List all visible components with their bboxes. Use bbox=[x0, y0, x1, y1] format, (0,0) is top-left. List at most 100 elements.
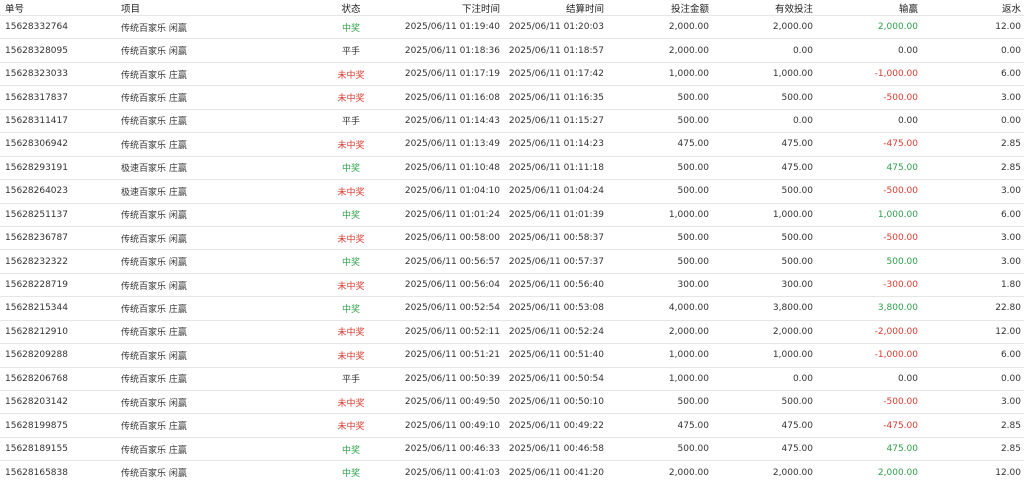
header-rebate[interactable]: 返水 bbox=[918, 1, 1024, 15]
status-badge: 中奖 bbox=[341, 469, 360, 480]
id-cell: 15628332764 bbox=[5, 22, 68, 33]
item-cell: 传统百家乐 庄赢 bbox=[121, 375, 187, 386]
valid-bet-cell: 500.00 bbox=[781, 256, 814, 267]
id-cell: 15628311417 bbox=[5, 115, 68, 126]
settle-time-cell: 2025/06/11 00:58:37 bbox=[508, 233, 604, 244]
table-row[interactable]: 15628228719 传统百家乐 闲赢 未中奖 2025/06/11 00:56:0… bbox=[0, 274, 1024, 298]
item-cell: 传统百家乐 闲赢 bbox=[121, 234, 187, 245]
item-cell: 传统百家乐 闲赢 bbox=[121, 281, 187, 292]
valid-bet-cell: 0.00 bbox=[792, 45, 813, 56]
table-row[interactable]: 15628323033 传统百家乐 庄赢 未中奖 2025/06/11 01:17:1… bbox=[0, 63, 1024, 87]
item-cell: 传统百家乐 闲赢 bbox=[121, 398, 187, 409]
status-badge: 未中奖 bbox=[337, 140, 365, 151]
bet-time-cell: 2025/06/11 01:14:43 bbox=[404, 115, 500, 126]
bet-time-cell: 2025/06/11 00:41:03 bbox=[404, 467, 500, 478]
status-badge: 未中奖 bbox=[337, 70, 365, 81]
valid-bet-cell: 2,000.00 bbox=[772, 467, 813, 478]
item-cell: 极速百家乐 庄赢 bbox=[121, 187, 187, 198]
table-row[interactable]: 15628311417 传统百家乐 庄赢 平手 2025/06/11 01:14:43… bbox=[0, 110, 1024, 134]
status-badge: 未中奖 bbox=[337, 398, 365, 409]
bet-time-cell: 2025/06/11 00:49:10 bbox=[404, 420, 500, 431]
rebate-cell: 2.85 bbox=[1000, 444, 1021, 455]
rebate-cell: 6.00 bbox=[1000, 350, 1021, 361]
header-winloss[interactable]: 输赢 bbox=[813, 1, 918, 15]
settle-time-cell: 2025/06/11 01:14:23 bbox=[508, 139, 604, 150]
bet-time-cell: 2025/06/11 00:56:04 bbox=[404, 280, 500, 291]
amount-cell: 500.00 bbox=[677, 233, 710, 244]
table-row[interactable]: 15628332764 传统百家乐 闲赢 中奖 2025/06/11 01:19:40… bbox=[0, 16, 1024, 40]
rebate-cell: 0.00 bbox=[1000, 115, 1021, 126]
table-row[interactable]: 15628209288 传统百家乐 闲赢 未中奖 2025/06/11 00:51:2… bbox=[0, 344, 1024, 368]
table-row[interactable]: 15628165838 传统百家乐 闲赢 中奖 2025/06/11 00:41:03… bbox=[0, 461, 1024, 481]
table-row[interactable]: 15628236787 传统百家乐 闲赢 未中奖 2025/06/11 00:58:0… bbox=[0, 227, 1024, 251]
item-cell: 传统百家乐 闲赢 bbox=[121, 351, 187, 362]
table-body: 15628332764 传统百家乐 闲赢 中奖 2025/06/11 01:19:40… bbox=[0, 16, 1024, 481]
rebate-cell: 6.00 bbox=[1000, 69, 1021, 80]
amount-cell: 500.00 bbox=[677, 444, 710, 455]
id-cell: 15628209288 bbox=[5, 350, 68, 361]
rebate-cell: 3.00 bbox=[1000, 256, 1021, 267]
settle-time-cell: 2025/06/11 01:01:39 bbox=[508, 209, 604, 220]
valid-bet-cell: 1,000.00 bbox=[772, 209, 813, 220]
amount-cell: 2,000.00 bbox=[668, 45, 709, 56]
header-settle-time[interactable]: 结算时间 bbox=[500, 1, 604, 15]
header-status[interactable]: 状态 bbox=[300, 1, 402, 15]
id-cell: 15628165838 bbox=[5, 467, 68, 478]
winloss-cell: 0.00 bbox=[897, 45, 918, 56]
rebate-cell: 3.00 bbox=[1000, 397, 1021, 408]
status-badge: 中奖 bbox=[341, 258, 360, 269]
status-badge: 平手 bbox=[341, 117, 360, 128]
table-row[interactable]: 15628203142 传统百家乐 闲赢 未中奖 2025/06/11 00:49:5… bbox=[0, 391, 1024, 415]
table-row[interactable]: 15628328095 传统百家乐 闲赢 平手 2025/06/11 01:18:36… bbox=[0, 39, 1024, 63]
item-cell: 传统百家乐 闲赢 bbox=[121, 23, 187, 34]
winloss-cell: 0.00 bbox=[897, 373, 918, 384]
table-row[interactable]: 15628293191 极速百家乐 庄赢 中奖 2025/06/11 01:10:48… bbox=[0, 157, 1024, 181]
header-id[interactable]: 单号 bbox=[0, 1, 120, 15]
bet-time-cell: 2025/06/11 00:52:11 bbox=[404, 326, 500, 337]
settle-time-cell: 2025/06/11 01:04:24 bbox=[508, 186, 604, 197]
rebate-cell: 2.85 bbox=[1000, 162, 1021, 173]
table-row[interactable]: 15628206768 传统百家乐 庄赢 平手 2025/06/11 00:50:39… bbox=[0, 368, 1024, 391]
bet-time-cell: 2025/06/11 00:58:00 bbox=[404, 233, 500, 244]
table-row[interactable]: 15628199875 传统百家乐 庄赢 未中奖 2025/06/11 00:49:1… bbox=[0, 414, 1024, 438]
table-row[interactable]: 15628212910 传统百家乐 庄赢 未中奖 2025/06/11 00:52:1… bbox=[0, 321, 1024, 345]
amount-cell: 1,000.00 bbox=[668, 209, 709, 220]
bet-time-cell: 2025/06/11 01:18:36 bbox=[404, 45, 500, 56]
item-cell: 传统百家乐 庄赢 bbox=[121, 328, 187, 339]
settle-time-cell: 2025/06/11 00:46:58 bbox=[508, 444, 604, 455]
status-badge: 未中奖 bbox=[337, 351, 365, 362]
id-cell: 15628232322 bbox=[5, 256, 68, 267]
winloss-cell: 1,000.00 bbox=[877, 209, 918, 220]
settle-time-cell: 2025/06/11 00:56:40 bbox=[508, 280, 604, 291]
rebate-cell: 0.00 bbox=[1000, 45, 1021, 56]
amount-cell: 475.00 bbox=[677, 139, 710, 150]
item-cell: 传统百家乐 庄赢 bbox=[121, 304, 187, 315]
winloss-cell: -500.00 bbox=[883, 186, 918, 197]
bet-time-cell: 2025/06/11 01:16:08 bbox=[404, 92, 500, 103]
amount-cell: 500.00 bbox=[677, 115, 710, 126]
table-row[interactable]: 15628232322 传统百家乐 闲赢 中奖 2025/06/11 00:56:57… bbox=[0, 250, 1024, 274]
settle-time-cell: 2025/06/11 01:17:42 bbox=[508, 69, 604, 80]
header-valid-bet[interactable]: 有效投注 bbox=[709, 1, 813, 15]
id-cell: 15628306942 bbox=[5, 139, 68, 150]
winloss-cell: -500.00 bbox=[883, 92, 918, 103]
header-amount[interactable]: 投注金额 bbox=[604, 1, 709, 15]
status-badge: 平手 bbox=[341, 375, 360, 386]
rebate-cell: 12.00 bbox=[995, 467, 1021, 478]
item-cell: 极速百家乐 庄赢 bbox=[121, 164, 187, 175]
table-row[interactable]: 15628251137 传统百家乐 闲赢 中奖 2025/06/11 01:01:24… bbox=[0, 204, 1024, 227]
amount-cell: 4,000.00 bbox=[668, 303, 709, 314]
table-row[interactable]: 15628306942 传统百家乐 庄赢 未中奖 2025/06/11 01:13:4… bbox=[0, 133, 1024, 157]
table-row[interactable]: 15628264023 极速百家乐 庄赢 未中奖 2025/06/11 01:04:1… bbox=[0, 180, 1024, 204]
valid-bet-cell: 1,000.00 bbox=[772, 69, 813, 80]
table-row[interactable]: 15628215344 传统百家乐 庄赢 中奖 2025/06/11 00:52:54… bbox=[0, 297, 1024, 321]
bet-records-table: 单号 项目 状态 下注时间 结算时间 投注金额 有效投注 输赢 返水 15628… bbox=[0, 0, 1024, 481]
status-badge: 中奖 bbox=[341, 164, 360, 175]
table-row[interactable]: 15628317837 传统百家乐 庄赢 未中奖 2025/06/11 01:16:0… bbox=[0, 86, 1024, 110]
table-row[interactable]: 15628189155 传统百家乐 庄赢 中奖 2025/06/11 00:46:33… bbox=[0, 438, 1024, 462]
amount-cell: 1,000.00 bbox=[668, 350, 709, 361]
header-item[interactable]: 项目 bbox=[120, 1, 300, 15]
table-header: 单号 项目 状态 下注时间 结算时间 投注金额 有效投注 输赢 返水 bbox=[0, 0, 1024, 16]
item-cell: 传统百家乐 庄赢 bbox=[121, 422, 187, 433]
header-bet-time[interactable]: 下注时间 bbox=[402, 1, 500, 15]
